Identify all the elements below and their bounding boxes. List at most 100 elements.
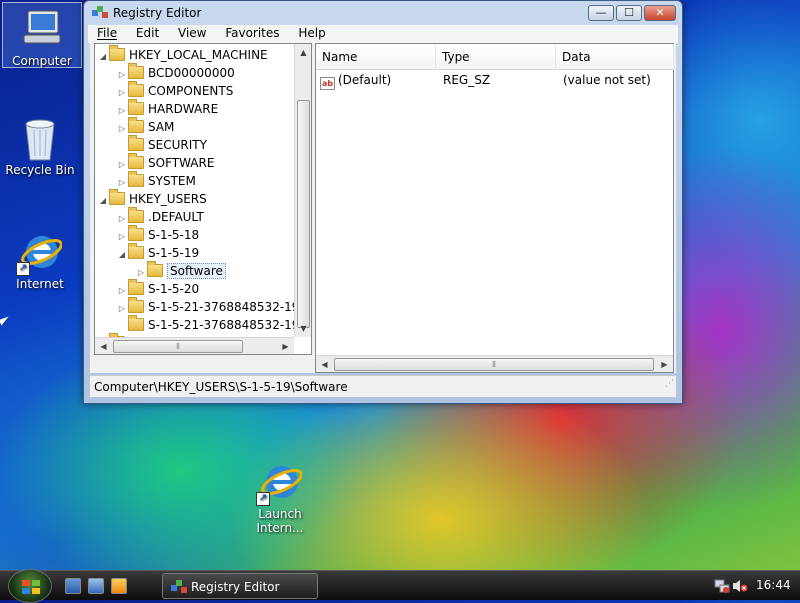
tree-item-label: .DEFAULT xyxy=(148,210,204,224)
taskbar-button-registry-editor[interactable]: Registry Editor xyxy=(162,573,318,599)
volume-muted-icon[interactable] xyxy=(732,578,748,594)
internet-explorer-icon: ↗ xyxy=(16,230,63,276)
registry-editor-icon xyxy=(92,6,108,18)
folder-icon xyxy=(128,153,144,169)
scroll-left-arrow-icon[interactable]: ◀ xyxy=(316,356,333,373)
tree-item[interactable]: ▷ SOFTWARE xyxy=(116,153,215,172)
close-button[interactable]: ✕ xyxy=(644,5,676,21)
tree-item[interactable]: ▷ BCD00000000 xyxy=(116,63,235,82)
tree-item-label: SOFTWARE xyxy=(148,156,215,170)
menu-edit[interactable]: Edit xyxy=(127,25,165,40)
tree-item[interactable]: ◢ HKEY_USERS xyxy=(97,189,207,210)
tree-item[interactable]: ◢ S-1-5-19 xyxy=(116,243,200,264)
list-item[interactable]: ab (Default) REG_SZ (value not set) xyxy=(316,70,673,90)
tree-item[interactable]: SECURITY xyxy=(116,135,207,154)
desktop-icon-recycle-bin[interactable]: Recycle Bin xyxy=(0,116,80,177)
tree-item-label: S-1-5-21-3768848532-195 xyxy=(148,300,308,314)
tree-item[interactable]: ▷ .DEFAULT xyxy=(116,207,204,226)
shortcut-arrow-icon: ↗ xyxy=(256,492,270,506)
minimize-button[interactable]: — xyxy=(588,5,614,21)
desktop-icon-label: Internet xyxy=(16,277,64,291)
start-button[interactable] xyxy=(8,569,52,603)
tree-item[interactable]: ▷ SAM xyxy=(116,117,174,136)
list-horizontal-scrollbar[interactable]: ◀ ⦀ ▶ xyxy=(316,355,673,372)
tree-item-label: COMPONENTS xyxy=(148,84,234,98)
tree-item[interactable]: ▷ S-1-5-21-3768848532-195 xyxy=(116,297,308,316)
menu-bar: File Edit View Favorites Help xyxy=(88,25,678,43)
scroll-thumb[interactable]: ⦀ xyxy=(334,358,654,371)
tree-item[interactable]: ▷ Software xyxy=(135,261,226,280)
tree-item[interactable]: ▷ S-1-5-20 xyxy=(116,279,199,298)
tree-item[interactable]: ▷ COMPONENTS xyxy=(116,81,234,100)
tree-horizontal-scrollbar[interactable]: ◀ ⦀ ▶ xyxy=(95,337,294,354)
media-player-icon[interactable] xyxy=(111,578,127,594)
desktop-icon-internet[interactable]: ↗ Internet xyxy=(0,230,80,291)
value-type: REG_SZ xyxy=(443,73,491,87)
status-path: Computer\HKEY_USERS\S-1-5-19\Software xyxy=(94,380,348,394)
resize-grip-icon[interactable]: ⋰ xyxy=(665,373,674,395)
desktop-icon-label: Recycle Bin xyxy=(5,163,75,177)
folder-icon xyxy=(109,45,125,61)
tree-item[interactable]: ◢ HKEY_LOCAL_MACHINE xyxy=(97,45,268,66)
menu-help[interactable]: Help xyxy=(289,25,331,40)
scroll-thumb[interactable] xyxy=(297,100,310,328)
clock[interactable]: 16:44 xyxy=(756,578,791,592)
tree-item[interactable]: ▷ S-1-5-18 xyxy=(116,225,199,244)
tree-item[interactable]: S-1-5-21-3768848532-195 xyxy=(116,315,308,334)
taskbar: Registry Editor 16:44 xyxy=(0,569,800,603)
folder-icon xyxy=(128,207,144,223)
title-bar[interactable]: Registry Editor — ☐ ✕ xyxy=(84,1,682,25)
folder-icon xyxy=(128,315,144,331)
collapse-arrow-icon[interactable]: ◢ xyxy=(97,192,109,210)
registry-editor-window: Registry Editor — ☐ ✕ File Edit View Fav… xyxy=(83,0,683,404)
desktop-icon-label-line2: Intern... xyxy=(256,521,304,535)
status-bar: Computer\HKEY_USERS\S-1-5-19\Software ⋰ xyxy=(90,375,676,397)
collapse-arrow-icon[interactable]: ◢ xyxy=(116,246,128,264)
show-desktop-icon[interactable] xyxy=(65,578,81,594)
tree-item-label: SYSTEM xyxy=(148,174,196,188)
desktop-icon-label-line1: Launch xyxy=(258,507,302,521)
scroll-left-arrow-icon[interactable]: ◀ xyxy=(95,338,112,354)
value-data: (value not set) xyxy=(563,73,651,87)
client-area: ◢ HKEY_LOCAL_MACHINE ▷ BCD00000000 ▷ COMPONEN… xyxy=(90,43,676,373)
scroll-up-arrow-icon[interactable]: ▲ xyxy=(295,44,311,61)
collapse-arrow-icon[interactable]: ◢ xyxy=(97,48,109,66)
network-icon[interactable] xyxy=(714,578,730,594)
tree-item-label: BCD00000000 xyxy=(148,66,235,80)
menu-favorites[interactable]: Favorites xyxy=(216,25,285,40)
tree-item-label: S-1-5-19 xyxy=(148,246,200,260)
tree-item[interactable]: ▷ HARDWARE xyxy=(116,99,218,118)
scroll-thumb[interactable]: ⦀ xyxy=(113,340,243,353)
folder-icon xyxy=(109,189,125,205)
tree-item-label: SECURITY xyxy=(148,138,207,152)
column-data[interactable]: Data xyxy=(556,44,674,70)
tree-vertical-scrollbar[interactable]: ▲ ▼ xyxy=(294,44,311,337)
recycle-bin-icon xyxy=(18,116,62,161)
scroll-down-arrow-icon[interactable]: ▼ xyxy=(295,320,311,337)
column-type[interactable]: Type xyxy=(436,44,556,70)
column-name[interactable]: Name xyxy=(316,44,436,70)
folder-icon xyxy=(128,171,144,187)
folder-icon xyxy=(128,117,144,133)
switch-windows-icon[interactable] xyxy=(88,578,104,594)
maximize-button[interactable]: ☐ xyxy=(616,5,642,21)
menu-file[interactable]: File xyxy=(88,25,123,40)
folder-icon xyxy=(128,135,144,151)
folder-icon xyxy=(128,297,144,313)
value-name-cell: ab (Default) xyxy=(320,70,391,90)
desktop-icon-launch-internet[interactable]: ↗ Launch Intern... xyxy=(240,460,320,535)
folder-icon xyxy=(128,81,144,97)
folder-icon xyxy=(128,99,144,115)
folder-icon xyxy=(128,63,144,79)
windows-logo-icon xyxy=(22,580,40,594)
scroll-right-arrow-icon[interactable]: ▶ xyxy=(277,338,294,354)
scroll-right-arrow-icon[interactable]: ▶ xyxy=(656,356,673,373)
registry-tree: ◢ HKEY_LOCAL_MACHINE ▷ BCD00000000 ▷ COMPONEN… xyxy=(94,43,312,355)
tree-item[interactable]: ▷ SYSTEM xyxy=(116,171,196,190)
menu-view[interactable]: View xyxy=(169,25,212,40)
desktop-icon-computer[interactable]: Computer xyxy=(2,2,82,68)
tree-item-label: Software xyxy=(167,263,226,279)
tree-item-label: S-1-5-21-3768848532-195 xyxy=(148,318,308,332)
folder-icon xyxy=(147,261,163,277)
window-title: Registry Editor xyxy=(113,6,202,20)
